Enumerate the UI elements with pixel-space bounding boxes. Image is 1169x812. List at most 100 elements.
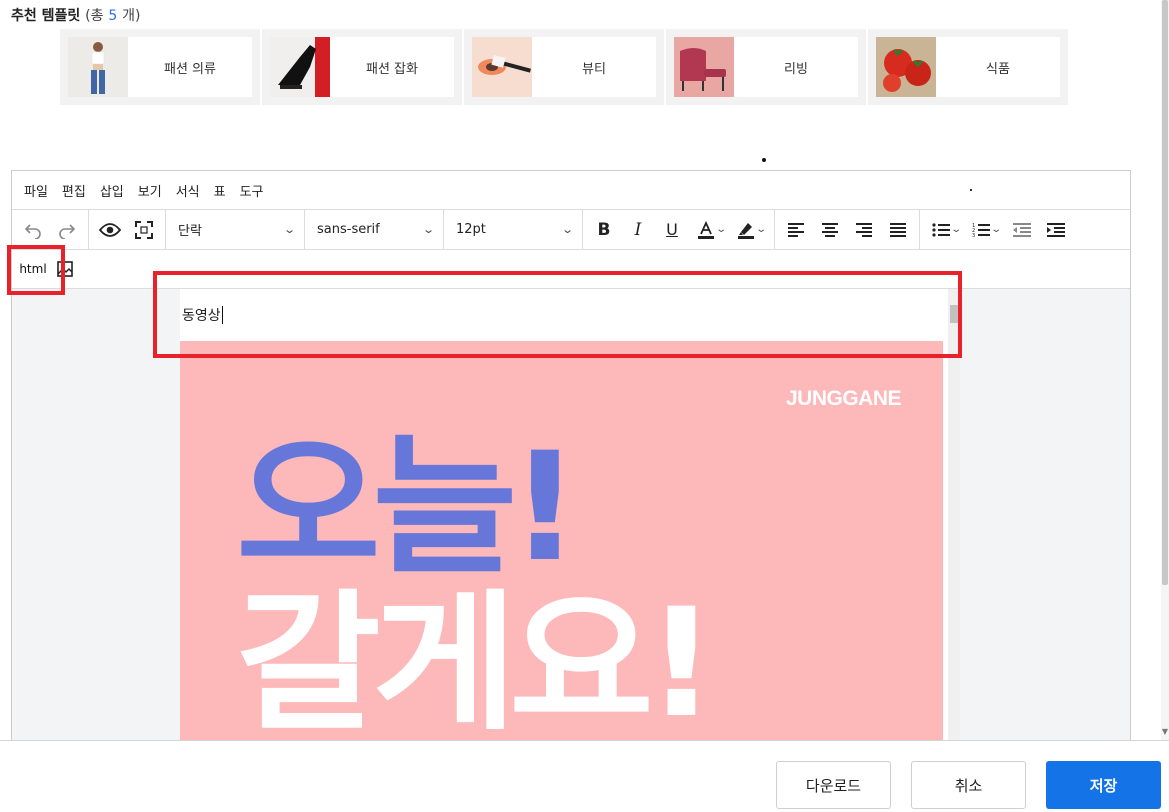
document-canvas[interactable]: 동영상 JUNGGANE 오늘! 갈게요! <box>180 289 948 750</box>
dialog-footer: 다운로드 취소 저장 <box>0 740 1169 812</box>
menu-format[interactable]: 서식 <box>176 181 207 200</box>
undo-icon <box>24 223 41 239</box>
template-label: 뷰티 <box>582 61 606 77</box>
count-suffix: 개) <box>122 8 141 24</box>
font-size-select[interactable]: 12pt ⌄ <box>444 210 583 249</box>
template-card-food[interactable]: 식품 <box>868 29 1068 105</box>
rich-text-editor: 파일 편집 삽입 보기 서식 표 도구 단락 ⌄ sans-serif ⌄ 12… <box>11 170 1131 750</box>
chevron-down-icon[interactable]: ⌄ <box>756 224 768 235</box>
chevron-down-icon[interactable]: ⌄ <box>715 224 727 235</box>
undo-button[interactable] <box>16 215 50 245</box>
underline-button[interactable]: U <box>655 215 689 245</box>
font-family-value: sans-serif <box>317 222 380 237</box>
list-group: ⌄ 123 ⌄ <box>920 210 1077 249</box>
font-size-value: 12pt <box>456 222 486 237</box>
numbered-list-icon: 123 <box>972 223 991 238</box>
highlight-box-html-button <box>7 245 65 295</box>
menu-view[interactable]: 보기 <box>138 181 169 200</box>
align-justify-icon <box>889 222 906 237</box>
text-style-group: B I U ⌄ ⌄ <box>583 210 775 249</box>
font-family-select[interactable]: sans-serif ⌄ <box>305 210 444 249</box>
redo-icon <box>59 223 76 239</box>
menu-file[interactable]: 파일 <box>24 181 55 200</box>
template-label: 리빙 <box>784 61 808 77</box>
beauty-thumb <box>472 37 532 97</box>
menu-table[interactable]: 표 <box>214 181 233 200</box>
align-right-button[interactable] <box>847 215 881 245</box>
menu-insert[interactable]: 삽입 <box>100 181 131 200</box>
recommended-title-text: 추천 템플릿 <box>11 8 81 24</box>
outdent-button[interactable] <box>1005 215 1039 245</box>
template-card-fashion-goods[interactable]: 패션 잡화 <box>262 29 462 105</box>
indent-button[interactable] <box>1039 215 1073 245</box>
save-button[interactable]: 저장 <box>1046 761 1161 809</box>
page-scrollbar-thumb[interactable] <box>1162 0 1168 585</box>
document-scrollbar[interactable] <box>948 289 960 749</box>
page-scrollbar[interactable]: ▼ <box>1161 0 1169 740</box>
highlight-color-split[interactable]: ⌄ <box>729 215 769 245</box>
template-card-fashion-clothing[interactable]: 패션 의류 <box>60 29 260 105</box>
living-thumb <box>674 37 734 97</box>
align-right-icon <box>855 222 872 237</box>
template-label: 패션 의류 <box>164 61 216 77</box>
template-label: 식품 <box>986 61 1010 77</box>
scroll-down-arrow-icon[interactable]: ▼ <box>1161 727 1169 737</box>
stray-dot-menubar <box>970 189 972 191</box>
menu-tools[interactable]: 도구 <box>240 181 271 200</box>
align-center-button[interactable] <box>813 215 847 245</box>
count-prefix: (총 <box>85 8 104 24</box>
view-group <box>89 210 166 249</box>
eye-icon <box>99 222 121 237</box>
history-group <box>12 210 89 249</box>
bullet-list-icon <box>932 222 950 237</box>
editor-menubar: 파일 편집 삽입 보기 서식 표 도구 <box>12 171 1130 210</box>
align-justify-button[interactable] <box>881 215 915 245</box>
fashion-goods-thumb <box>270 37 330 97</box>
numbered-list-split[interactable]: 123 ⌄ <box>964 215 1004 245</box>
chevron-down-icon[interactable]: ⌄ <box>990 224 1002 235</box>
align-left-icon <box>787 222 804 237</box>
block-format-value: 단락 <box>178 224 202 239</box>
promo-banner-image: JUNGGANE 오늘! 갈게요! <box>180 341 943 750</box>
text-color-split[interactable]: ⌄ <box>689 215 729 245</box>
chevron-down-icon: ⌄ <box>421 223 435 236</box>
italic-icon: I <box>634 219 642 240</box>
svg-text:3: 3 <box>972 233 975 238</box>
chevron-down-icon: ⌄ <box>560 223 574 236</box>
text-color-icon <box>698 220 714 239</box>
highlight-box-text-area <box>153 271 962 358</box>
cancel-button[interactable]: 취소 <box>911 761 1026 809</box>
align-center-icon <box>821 222 838 237</box>
chevron-down-icon: ⌄ <box>282 223 296 236</box>
redo-button[interactable] <box>50 215 84 245</box>
template-list: 패션 의류 패션 잡화 뷰티 리빙 식품 <box>60 29 1068 105</box>
template-card-beauty[interactable]: 뷰티 <box>464 29 664 105</box>
preview-button[interactable] <box>93 215 127 245</box>
block-format-select[interactable]: 단락 ⌄ <box>166 210 305 249</box>
bullet-list-split[interactable]: ⌄ <box>924 215 964 245</box>
align-group <box>775 210 920 249</box>
align-left-button[interactable] <box>779 215 813 245</box>
recommended-templates-title: 추천 템플릿 (총 5 개) <box>11 5 141 25</box>
fullscreen-button[interactable] <box>127 215 161 245</box>
bold-button[interactable]: B <box>587 215 621 245</box>
food-thumb <box>876 37 936 97</box>
stray-dot <box>762 158 766 162</box>
banner-headline-line1: 오늘! <box>236 421 581 595</box>
banner-headline-line2: 갈게요! <box>236 577 717 750</box>
download-button[interactable]: 다운로드 <box>776 761 891 809</box>
bold-icon: B <box>597 219 611 240</box>
menu-edit[interactable]: 편집 <box>62 181 93 200</box>
fashion-clothing-thumb <box>68 37 128 97</box>
brand-logo-text: JUNGGANE <box>785 387 902 410</box>
editor-toolbar: 단락 ⌄ sans-serif ⌄ 12pt ⌄ B I U ⌄ ⌄ ⌄ 1 2… <box>12 210 1130 250</box>
highlighter-icon <box>738 222 755 239</box>
template-count: 5 <box>108 8 118 24</box>
fullscreen-icon <box>135 220 153 239</box>
indent-icon <box>1046 222 1065 237</box>
template-card-living[interactable]: 리빙 <box>666 29 866 105</box>
template-label: 패션 잡화 <box>366 61 418 77</box>
italic-button[interactable]: I <box>621 215 655 245</box>
outdent-icon <box>1012 222 1031 237</box>
chevron-down-icon[interactable]: ⌄ <box>950 224 962 235</box>
